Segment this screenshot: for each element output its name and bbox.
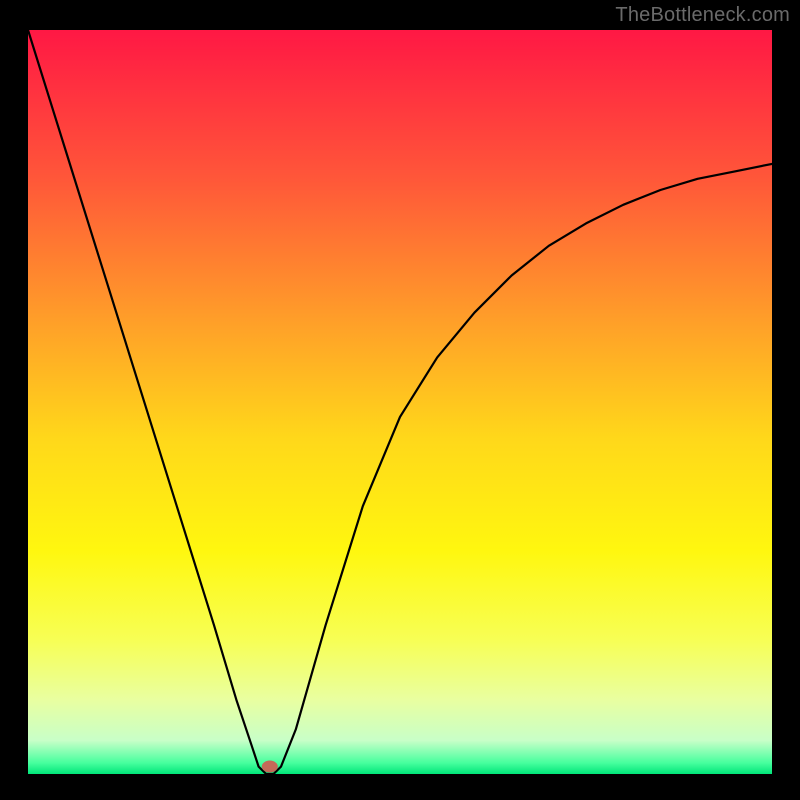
chart-frame: TheBottleneck.com [0,0,800,800]
plot-background [28,30,772,774]
chart-svg [0,0,800,800]
optimal-marker [262,761,278,773]
watermark-text: TheBottleneck.com [615,4,790,27]
